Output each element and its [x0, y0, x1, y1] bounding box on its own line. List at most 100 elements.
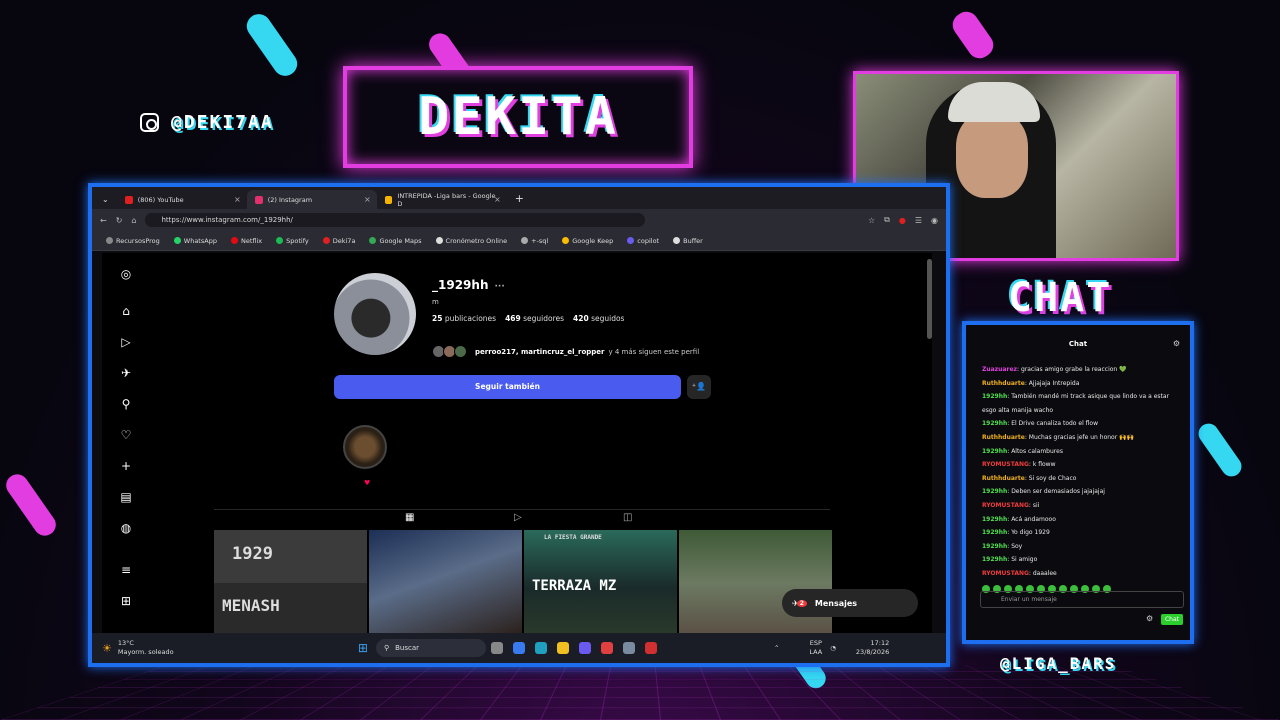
star-icon[interactable]: ☆ [868, 216, 875, 225]
scrollbar[interactable] [927, 259, 932, 339]
record-icon[interactable]: ● [899, 216, 906, 225]
chat-username[interactable]: 1929hh [982, 556, 1007, 563]
post-thumbnail[interactable] [369, 530, 522, 636]
post-text: LA FIESTA GRANDE [544, 534, 602, 541]
chat-username[interactable]: Ruthhduarte [982, 380, 1025, 387]
network-icon[interactable]: ◔ [830, 644, 836, 652]
store-icon[interactable] [578, 642, 591, 654]
bookmark-item[interactable]: Buffer [673, 237, 703, 245]
profile-icon[interactable]: ◉ [931, 216, 938, 225]
post-thumbnail[interactable]: 1929 MENASH [214, 530, 367, 636]
tab-label: (2) Instagram [267, 195, 313, 204]
bookmark-item[interactable]: +-sql [521, 237, 548, 245]
instagram-logo-icon[interactable]: ◎ [119, 267, 133, 281]
refresh-icon[interactable]: ↻ [116, 216, 123, 225]
bookmark-item[interactable]: RecursosProg [106, 237, 160, 245]
chat-text: Yo digo 1929 [1011, 529, 1050, 537]
bookmark-item[interactable]: copilot [627, 237, 659, 245]
search-icon[interactable]: ⚲ [119, 397, 133, 411]
menu-icon[interactable]: ≡ [119, 563, 133, 577]
weather-widget[interactable]: 13°C Mayorm. soleado [118, 639, 228, 657]
add-user-icon[interactable]: ⁺👤 [687, 375, 711, 399]
follow-back-button[interactable]: Seguir también [334, 375, 681, 399]
chat-username[interactable]: 1929hh [982, 393, 1007, 400]
story-highlight[interactable] [343, 425, 387, 469]
favorites-icon[interactable]: ☰ [915, 216, 922, 225]
widgets-icon[interactable] [512, 642, 525, 654]
taskbar-search[interactable]: ⚲ Buscar [375, 639, 486, 657]
bookmark-icon [673, 237, 681, 244]
chat-username[interactable]: Zuazuarez [982, 366, 1017, 373]
bookmark-item[interactable]: WhatsApp [173, 237, 217, 245]
reels-tab-icon[interactable]: ▷ [514, 512, 522, 523]
close-icon[interactable]: × [494, 195, 501, 204]
back-icon[interactable]: ← [100, 216, 107, 225]
new-tab-button[interactable]: + [515, 192, 524, 205]
tab-youtube[interactable]: (806) YouTube × [117, 190, 247, 209]
close-icon[interactable]: × [234, 195, 241, 204]
chrome-icon[interactable] [600, 642, 613, 654]
dashboard-icon[interactable]: ▤ [119, 490, 133, 504]
chat-send-button[interactable]: Chat [1161, 614, 1183, 625]
profile-avatar-icon[interactable]: ◍ [119, 521, 133, 535]
apps-icon[interactable]: ⊞ [119, 594, 133, 608]
direct-icon[interactable]: ✈ [119, 366, 133, 380]
chat-username[interactable]: 1929hh [982, 488, 1007, 495]
tab-instagram[interactable]: (2) Instagram × [246, 190, 377, 209]
home-icon[interactable]: ⌂ [131, 216, 136, 225]
gear-icon[interactable]: ⚙ [1146, 614, 1153, 623]
media-icon[interactable] [644, 642, 657, 654]
bookmark-icon [106, 237, 113, 244]
taskview-icon[interactable] [490, 642, 503, 654]
posts-stat[interactable]: 25 publicaciones [432, 314, 496, 323]
bookmark-icon [369, 237, 377, 244]
close-icon[interactable]: × [364, 195, 371, 204]
bookmark-item[interactable]: Google Maps [369, 237, 422, 245]
messages-button[interactable]: ✈ 2 Mensajes [782, 589, 918, 617]
weather-icon[interactable]: ☀ [102, 642, 112, 655]
home-icon[interactable]: ⌂ [119, 304, 133, 318]
followed-by[interactable]: perroo217, martincruz_el_ropper y 4 más … [432, 345, 699, 358]
tab-google-drive[interactable]: INTREPIDA -Liga bars - Google D × [377, 190, 507, 209]
chat-username[interactable]: RYOMUSTANG [982, 502, 1029, 509]
explorer-icon[interactable] [556, 642, 569, 654]
start-icon[interactable]: ⊞ [358, 641, 368, 655]
url-field[interactable]: https://www.instagram.com/_1929hh/ [145, 213, 646, 227]
chat-username[interactable]: Ruthhduarte [982, 475, 1025, 482]
language-indicator[interactable]: ESP LAA [809, 639, 822, 657]
profile-avatar[interactable] [334, 273, 416, 355]
clock[interactable]: 17:12 23/8/2026 [856, 639, 889, 657]
heart-icon[interactable]: ♡ [119, 428, 133, 442]
bookmark-item[interactable]: Google Keep [562, 237, 613, 245]
chat-message: 1929hh: También mandé mi track asique qu… [982, 390, 1180, 417]
edge-icon[interactable] [534, 642, 547, 654]
tab-menu-icon[interactable]: ⌄ [102, 195, 109, 204]
post-thumbnail[interactable] [679, 530, 832, 636]
chat-username[interactable]: RYOMUSTANG [982, 570, 1029, 577]
bookmark-item[interactable]: Cronómetro Online [435, 237, 507, 245]
extensions-icon[interactable]: ⧉ [884, 215, 890, 225]
chat-username[interactable]: 1929hh [982, 420, 1007, 427]
chat-username[interactable]: RYOMUSTANG [982, 461, 1029, 468]
grid-tab-icon[interactable]: ▦ [405, 512, 414, 523]
create-icon[interactable]: + [119, 459, 133, 473]
tagged-tab-icon[interactable]: ◫ [623, 512, 632, 523]
chat-username[interactable]: 1929hh [982, 543, 1007, 550]
post-thumbnail[interactable]: LA FIESTA GRANDE TERRAZA MZ [524, 530, 677, 636]
tray-chevron-icon[interactable]: ⌃ [774, 644, 779, 652]
settings-icon[interactable] [622, 642, 635, 654]
chat-username[interactable]: Ruthhduarte [982, 434, 1025, 441]
bookmark-item[interactable]: Deki7a [322, 237, 355, 245]
chat-users-icon[interactable]: ⚙ [1173, 339, 1180, 348]
followers-stat[interactable]: 469 seguidores [505, 314, 564, 323]
bookmark-item[interactable]: Spotify [276, 237, 309, 245]
bookmark-item[interactable]: Netflix [230, 237, 262, 245]
more-options-icon[interactable]: ··· [494, 282, 504, 292]
chat-input[interactable]: Enviar un mensaje [980, 591, 1184, 608]
chat-message: 1929hh: Soy [982, 540, 1180, 554]
chat-username[interactable]: 1929hh [982, 529, 1007, 536]
reels-icon[interactable]: ▷ [119, 335, 133, 349]
chat-username[interactable]: 1929hh [982, 516, 1007, 523]
chat-username[interactable]: 1929hh [982, 448, 1007, 455]
following-stat[interactable]: 420 seguidos [573, 314, 624, 323]
